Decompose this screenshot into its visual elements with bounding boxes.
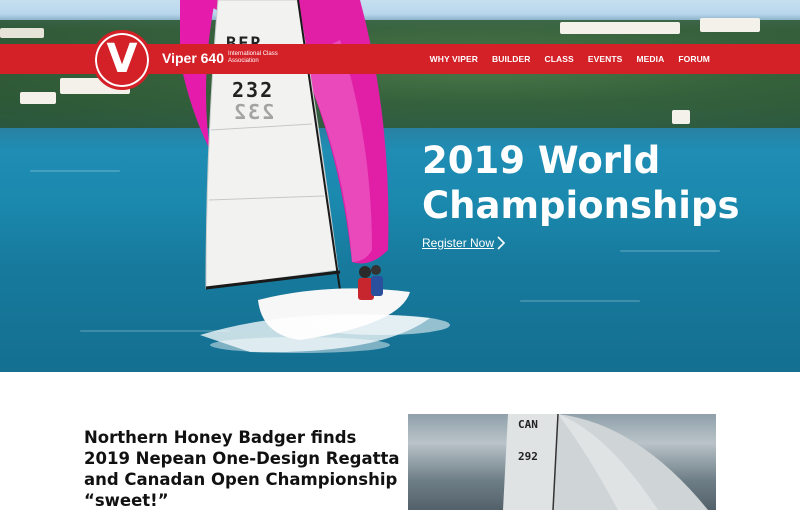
news-section: Northern Honey Badger finds 2019 Nepean … [0, 372, 800, 510]
news-headline[interactable]: Northern Honey Badger finds 2019 Nepean … [84, 427, 404, 511]
nav-item-forum[interactable]: FORUM [678, 54, 710, 64]
brand-subtitle: International Class Association [228, 51, 278, 64]
nav-item-class[interactable]: CLASS [545, 54, 574, 64]
chevron-right-icon [497, 236, 506, 250]
brand-name[interactable]: Viper 640 [162, 50, 224, 66]
hero-title-line1: 2019 World [422, 139, 661, 182]
brand-logo[interactable]: V [92, 30, 152, 90]
news-sailboat-image [503, 414, 708, 510]
news-photo[interactable]: CAN 292 [408, 414, 716, 510]
register-now-label: Register Now [422, 236, 495, 250]
nav-item-media[interactable]: MEDIA [636, 54, 664, 64]
logo-letter: V [106, 36, 138, 82]
register-now-link[interactable]: Register Now [422, 236, 506, 250]
photo-sail-number: 292 [518, 450, 538, 463]
nav-item-why-viper[interactable]: WHY VIPER [430, 54, 478, 64]
sail-number-label: 232 [232, 78, 275, 102]
photo-sail-prefix: CAN [518, 418, 538, 431]
hero-title-line2: Championships [422, 184, 740, 227]
nav-item-builder[interactable]: BUILDER [492, 54, 530, 64]
nav-item-events[interactable]: EVENTS [588, 54, 623, 64]
hero-title: 2019 World Championships [422, 138, 740, 228]
main-nav: WHY VIPER BUILDER CLASS EVENTS MEDIA FOR… [430, 54, 710, 64]
sail-number-mirror-label: 232 [232, 100, 275, 124]
